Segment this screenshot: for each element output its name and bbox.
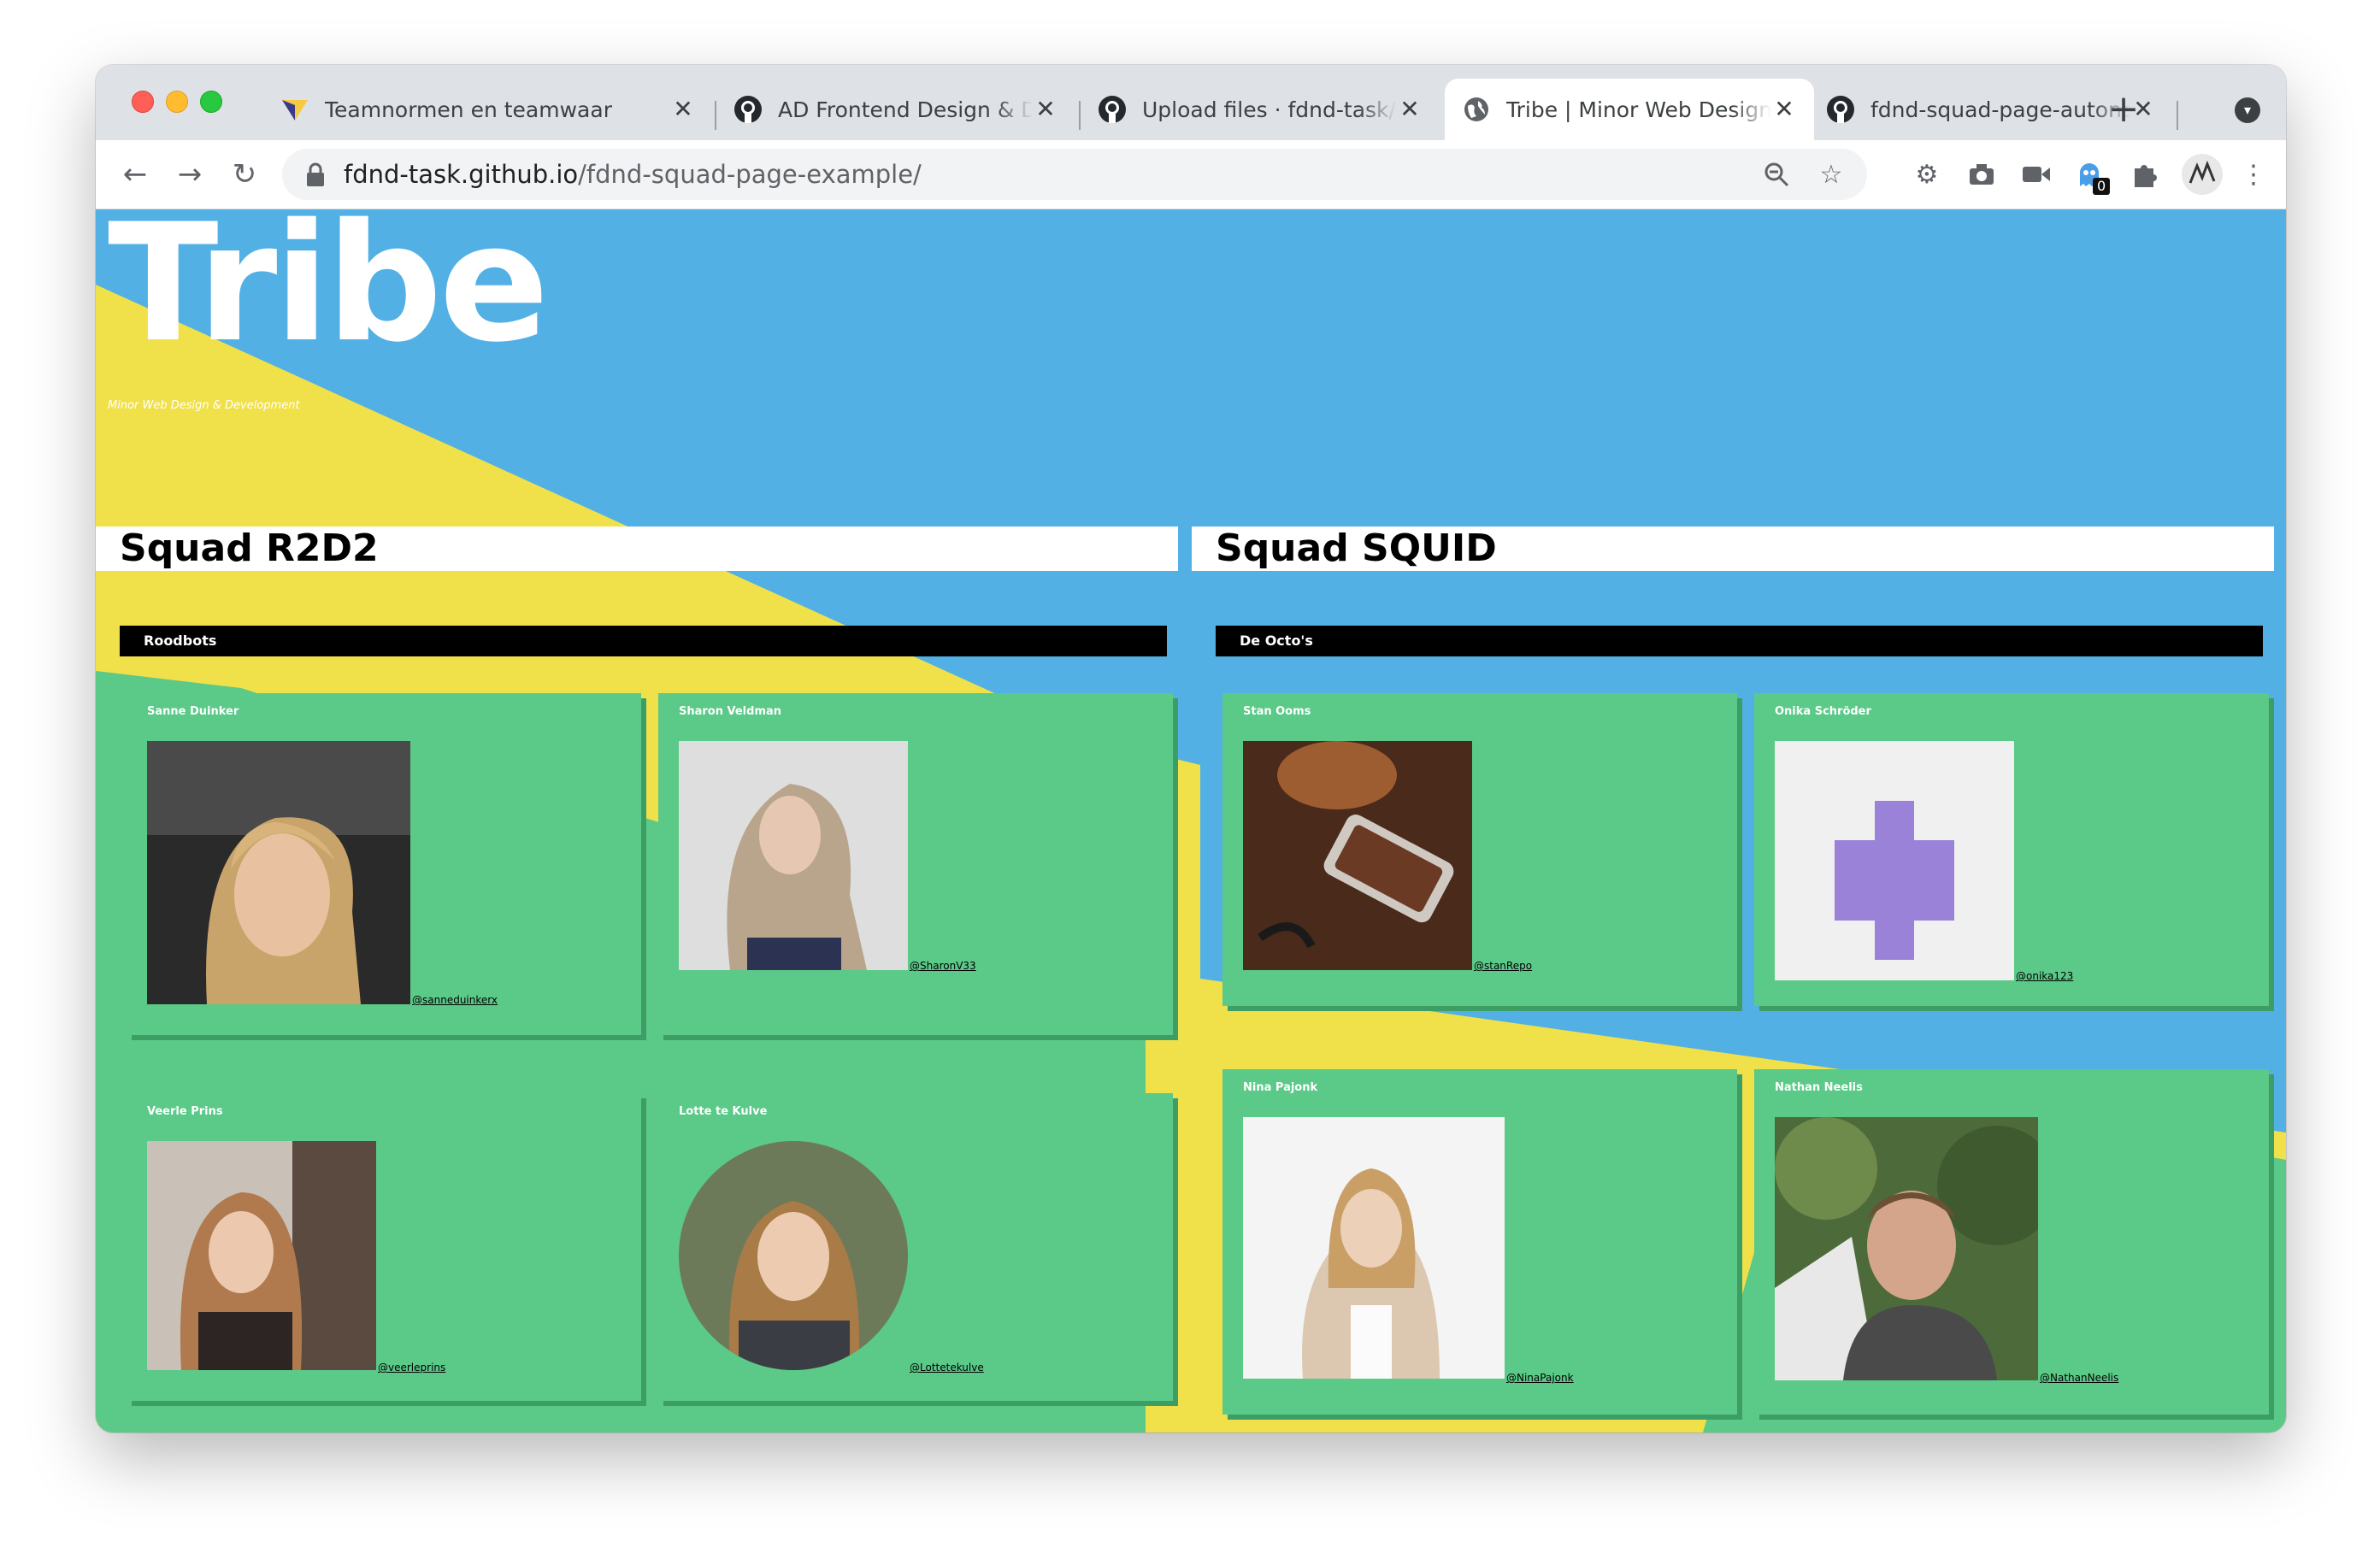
video-camera-extension-icon[interactable] — [2019, 157, 2053, 191]
close-tab-icon[interactable]: ✕ — [1771, 97, 1797, 122]
member-name: Sanne Duinker — [147, 705, 239, 718]
profile-avatar-icon[interactable] — [2182, 154, 2223, 195]
member-handle-link[interactable]: @sanneduinkerx — [412, 994, 498, 1006]
browser-window: Teamnormen en teamwaar ✕ AD Frontend Des… — [96, 65, 2286, 1433]
tab-title: Teamnormen en teamwaar — [325, 97, 612, 122]
squad-heading: Squad R2D2 — [96, 527, 1178, 571]
github-icon — [1098, 95, 1127, 124]
member-card: Sharon Veldman @SharonV33 — [658, 693, 1173, 1035]
forward-arrow-icon[interactable]: → — [168, 152, 212, 197]
member-photo — [1775, 1117, 2038, 1380]
squad-heading: Squad SQUID — [1192, 527, 2274, 571]
tab-title: Tribe | Minor Web Design & — [1506, 97, 1771, 122]
site-title: Tribe — [108, 209, 549, 378]
close-window-button[interactable] — [132, 91, 154, 113]
member-name: Nina Pajonk — [1243, 1081, 1318, 1094]
member-photo — [147, 1141, 376, 1370]
member-handle-link[interactable]: @veerleprins — [378, 1362, 445, 1374]
member-name: Lotte te Kulve — [679, 1105, 768, 1118]
github-icon — [733, 95, 763, 124]
member-card: Lotte te Kulve @Lottetekulve — [658, 1093, 1173, 1401]
puzzle-extensions-icon[interactable] — [2127, 157, 2161, 191]
lock-icon — [307, 162, 324, 186]
reload-icon[interactable]: ↻ — [222, 152, 267, 197]
member-photo — [1243, 741, 1472, 970]
zoom-icon[interactable] — [1761, 159, 1792, 190]
member-card: Stan Ooms @stanRepo — [1222, 693, 1737, 1006]
camera-extension-icon[interactable] — [1965, 157, 1999, 191]
back-arrow-icon[interactable]: ← — [113, 152, 157, 197]
close-tab-icon[interactable]: ✕ — [670, 97, 696, 122]
member-photo — [147, 741, 410, 1004]
member-card: Veerle Prins @veerleprins — [127, 1093, 641, 1401]
member-photo — [679, 741, 908, 970]
member-card: Onika Schröder @onika123 — [1754, 693, 2269, 1006]
close-tab-icon[interactable]: ✕ — [1397, 97, 1423, 122]
minimize-window-button[interactable] — [166, 91, 188, 113]
member-photo — [1243, 1117, 1505, 1379]
settings-gear-extension-icon[interactable]: ⚙ — [1910, 157, 1944, 191]
member-card: Nina Pajonk @NinaPajonk — [1222, 1069, 1737, 1415]
member-name: Veerle Prins — [147, 1105, 223, 1118]
tab-upload-files[interactable]: Upload files · fdnd-task/fd ✕ — [1081, 79, 1440, 140]
site-subtitle: Minor Web Design & Development — [108, 399, 300, 412]
globe-icon — [1462, 95, 1491, 124]
bookmark-star-icon[interactable]: ☆ — [1816, 159, 1847, 190]
more-menu-icon[interactable]: ⋮ — [2236, 157, 2271, 191]
member-name: Sharon Veldman — [679, 705, 782, 718]
member-card: Sanne Duinker @sanneduinkerx — [127, 693, 641, 1035]
member-photo — [679, 1141, 908, 1370]
tab-search-icon[interactable]: ▾ — [2235, 97, 2260, 123]
member-handle-link[interactable]: @NathanNeelis — [2040, 1372, 2118, 1384]
tab-title: AD Frontend Design & Dev — [778, 97, 1033, 122]
member-handle-link[interactable]: @SharonV33 — [910, 960, 976, 972]
member-handle-link[interactable]: @onika123 — [2016, 970, 2073, 982]
member-name: Stan Ooms — [1243, 705, 1311, 718]
tab-strip: Teamnormen en teamwaar ✕ AD Frontend Des… — [96, 65, 2286, 140]
url-text: fdnd-task.github.io/fdnd-squad-page-exam… — [344, 160, 922, 189]
member-handle-link[interactable]: @Lottetekulve — [910, 1362, 984, 1374]
member-handle-link[interactable]: @stanRepo — [1474, 960, 1532, 972]
member-name: Onika Schröder — [1775, 705, 1871, 718]
task-app-icon — [280, 95, 309, 124]
team-name-bar: Roodbots — [120, 626, 1167, 656]
extension-badge: 0 — [2093, 178, 2111, 195]
url-host: fdnd-task.github.io — [344, 160, 579, 189]
address-bar[interactable]: fdnd-task.github.io/fdnd-squad-page-exam… — [282, 149, 1867, 200]
github-icon — [1826, 95, 1855, 124]
zoom-window-button[interactable] — [200, 91, 222, 113]
tab-tribe[interactable]: Tribe | Minor Web Design & ✕ — [1445, 79, 1814, 140]
browser-toolbar: ← → ↻ fdnd-task.github.io/fdnd-squad-pag… — [96, 140, 2286, 209]
new-tab-button[interactable]: + — [2100, 85, 2147, 133]
close-tab-icon[interactable]: ✕ — [1033, 97, 1058, 122]
tab-title: Upload files · fdnd-task/fd — [1142, 97, 1397, 122]
page-viewport: Tribe Minor Web Design & Development Squ… — [96, 209, 2286, 1433]
member-photo — [1775, 741, 2014, 980]
member-name: Nathan Neelis — [1775, 1081, 1863, 1094]
tab-title: fdnd-squad-page-autonor — [1870, 97, 2130, 122]
tab-ad-frontend[interactable]: AD Frontend Design & Dev ✕ — [716, 79, 1075, 140]
member-card: Nathan Neelis @NathanNeelis — [1754, 1069, 2269, 1415]
url-path: /fdnd-squad-page-example/ — [578, 160, 922, 189]
tab-teamnormen[interactable]: Teamnormen en teamwaar ✕ — [263, 79, 713, 140]
member-handle-link[interactable]: @NinaPajonk — [1506, 1372, 1574, 1384]
tab-separator — [2177, 101, 2178, 130]
ghost-extension-icon[interactable]: 0 — [2072, 157, 2111, 195]
team-name-bar: De Octo's — [1216, 626, 2263, 656]
